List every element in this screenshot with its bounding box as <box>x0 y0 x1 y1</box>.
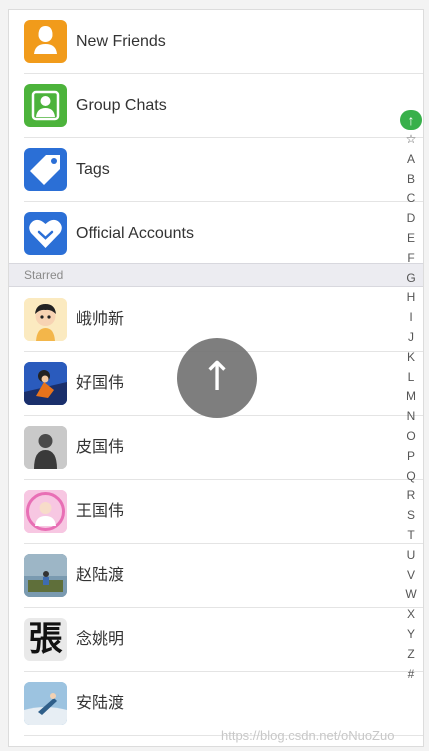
avatar-character: 張 <box>28 619 63 659</box>
index-letter[interactable]: O <box>406 427 415 447</box>
contact-row[interactable]: 安陆渡 <box>9 672 423 736</box>
scroll-top-index-icon[interactable]: ↑ <box>400 110 422 130</box>
contact-avatar <box>24 298 67 341</box>
tag-icon <box>24 148 67 191</box>
contact-name: 安陆渡 <box>76 695 125 712</box>
contact-name: 念姚明 <box>76 631 125 648</box>
contact-row[interactable]: 王国伟 <box>9 480 423 544</box>
tags-label: Tags <box>76 161 110 178</box>
alphabet-index-bar[interactable]: ↑ ☆ A B C D E F G H I J K L M N O P Q R S T U V W X Y Z # <box>399 110 423 684</box>
contact-row[interactable]: 赵陆渡 <box>9 544 423 608</box>
contacts-screen: New Friends Group Chats Tags Official Ac… <box>8 9 424 747</box>
index-letter[interactable]: Q <box>406 467 415 487</box>
index-letter[interactable]: K <box>407 348 415 368</box>
index-letter[interactable]: S <box>407 506 415 526</box>
contact-row[interactable]: 皮国伟 <box>9 416 423 480</box>
new-friends-label: New Friends <box>76 33 166 50</box>
index-letter[interactable]: G <box>406 269 415 289</box>
official-accounts-row[interactable]: Official Accounts <box>9 202 423 266</box>
contact-avatar <box>24 362 67 405</box>
index-letter[interactable]: # <box>408 665 415 685</box>
contact-name: 赵陆渡 <box>76 567 125 584</box>
group-chats-row[interactable]: Group Chats <box>9 74 423 138</box>
index-letter[interactable]: B <box>407 170 415 190</box>
index-letter[interactable]: F <box>407 249 414 269</box>
index-letter[interactable]: U <box>407 546 416 566</box>
index-letter[interactable]: R <box>407 486 416 506</box>
arrow-up-icon: ↑ <box>200 354 234 400</box>
index-letter[interactable]: M <box>406 387 416 407</box>
contact-name: 峨帅新 <box>76 311 125 328</box>
official-accounts-label: Official Accounts <box>76 225 194 242</box>
index-letter[interactable]: I <box>409 308 412 328</box>
contact-avatar <box>24 490 67 533</box>
contact-name: 皮国伟 <box>76 439 125 456</box>
contact-name: 好国伟 <box>76 375 125 392</box>
index-letter[interactable]: V <box>407 566 415 586</box>
group-chats-label: Group Chats <box>76 97 167 114</box>
new-friend-icon <box>24 20 67 63</box>
contact-avatar <box>24 682 67 725</box>
official-account-icon <box>24 212 67 255</box>
group-chat-icon <box>24 84 67 127</box>
index-letter[interactable]: Y <box>407 625 415 645</box>
starred-section-header: Starred <box>9 263 423 287</box>
index-letter[interactable]: Z <box>407 645 414 665</box>
index-letter[interactable]: L <box>408 368 415 388</box>
contact-row[interactable]: 張 念姚明 <box>9 608 423 672</box>
back-to-top-button[interactable]: ↑ <box>177 338 257 418</box>
index-letter[interactable]: E <box>407 229 415 249</box>
watermark: https://blog.csdn.net/oNuoZuo <box>221 728 395 743</box>
contact-avatar <box>24 426 67 469</box>
tags-row[interactable]: Tags <box>9 138 423 202</box>
index-letter[interactable]: A <box>407 150 415 170</box>
index-letter[interactable]: H <box>407 288 416 308</box>
contact-avatar <box>24 554 67 597</box>
index-letter[interactable]: J <box>408 328 414 348</box>
index-letter[interactable]: D <box>407 209 416 229</box>
index-letter[interactable]: T <box>407 526 414 546</box>
index-letter[interactable]: ☆ <box>406 130 417 150</box>
index-letter[interactable]: C <box>407 189 416 209</box>
index-letter[interactable]: N <box>407 407 416 427</box>
new-friends-row[interactable]: New Friends <box>9 10 423 74</box>
index-letter[interactable]: W <box>405 585 416 605</box>
contact-avatar: 張 <box>24 618 67 661</box>
contact-name: 王国伟 <box>76 503 125 520</box>
index-letter[interactable]: X <box>407 605 415 625</box>
index-letter[interactable]: P <box>407 447 415 467</box>
